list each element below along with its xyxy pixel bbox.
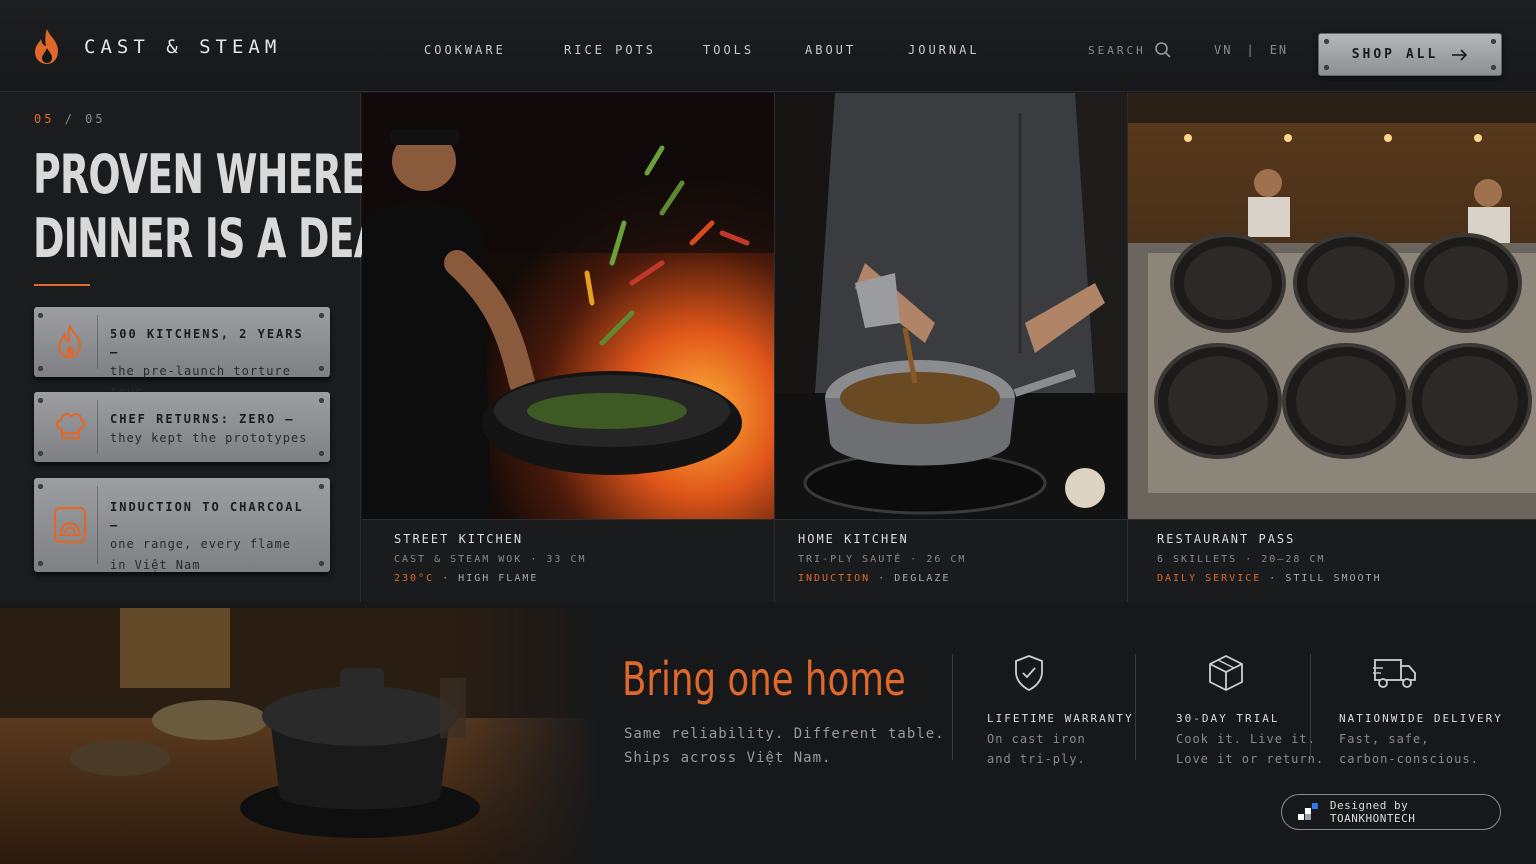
proof-title: CHEF RETURNS: ZERO —	[110, 412, 295, 426]
home-kitchen-photo	[775, 93, 1127, 519]
feature-body-line: On cast iron	[987, 732, 1086, 746]
feature-body-line: and tri-ply.	[987, 752, 1086, 766]
brand-logo[interactable]: CAST & STEAM	[32, 28, 281, 66]
feature-divider	[1135, 654, 1136, 760]
panel-product: 6 SKILLETS · 20–28 CM	[1157, 554, 1326, 565]
panel-caption-restaurant: RESTAURANT PASS 6 SKILLETS · 20–28 CM DA…	[1128, 519, 1536, 602]
box-icon	[1176, 654, 1324, 694]
slide-separator: /	[64, 112, 75, 126]
proof-body: one range, every flame	[110, 537, 291, 551]
panel-meta: 230°C · HIGH FLAME	[394, 573, 774, 584]
panel-title: RESTAURANT PASS	[1157, 532, 1296, 546]
panel-highlight: DAILY SERVICE	[1157, 573, 1262, 584]
designer-credit-badge[interactable]: Designed by TOANKHONTECH	[1281, 794, 1501, 830]
language-switcher: VN | EN	[1214, 43, 1288, 57]
feature-body: Fast, safe, carbon-conscious.	[1339, 729, 1503, 769]
panel-caption-home: HOME KITCHEN TRI-PLY SAUTÉ · 26 CM INDUC…	[775, 519, 1127, 602]
hero-headline: PROVEN WHERE DINNER IS A DEADLINE.	[33, 143, 520, 271]
proof-card-induction[interactable]: INDUCTION TO CHARCOAL — one range, every…	[34, 478, 330, 572]
proof-title: INDUCTION TO CHARCOAL —	[110, 500, 304, 532]
lang-vn[interactable]: VN	[1214, 43, 1232, 57]
street-kitchen-photo	[362, 93, 774, 519]
arrow-right-icon	[1452, 48, 1468, 61]
accent-divider	[34, 284, 90, 286]
hero-panel: 05 / 05 PROVEN WHERE DINNER IS A DEADLIN…	[0, 93, 520, 602]
feature-trial: 30-DAY TRIAL Cook it. Live it. Love it o…	[1176, 654, 1324, 769]
restaurant-pass-photo	[1128, 93, 1536, 519]
panel-product: TRI-PLY SAUTÉ · 26 CM	[798, 554, 967, 565]
hero-line-2: DINNER IS A DEADLINE.	[33, 207, 520, 270]
pixel-logo-icon	[1297, 803, 1318, 820]
proof-body: they kept the prototypes	[110, 431, 308, 445]
nav-cookware[interactable]: COOKWARE	[424, 43, 506, 57]
feature-title: NATIONWIDE DELIVERY	[1339, 712, 1503, 725]
shop-all-label: SHOP ALL	[1351, 47, 1439, 62]
flame-logo-icon	[35, 29, 58, 64]
lang-separator: |	[1246, 43, 1256, 57]
proof-card-chef-returns[interactable]: CHEF RETURNS: ZERO — they kept the proto…	[34, 392, 330, 462]
slide-counter: 05 / 05	[34, 112, 106, 126]
hero-line-1: PROVEN WHERE	[33, 143, 367, 206]
designer-credit-label: Designed by TOANKHONTECH	[1329, 799, 1416, 825]
shop-all-button[interactable]: SHOP ALL	[1318, 33, 1502, 76]
proof-title: 500 KITCHENS, 2 YEARS —	[110, 327, 304, 359]
feature-divider	[952, 654, 953, 760]
search-button[interactable]: SEARCH	[1088, 41, 1172, 59]
feature-title: 30-DAY TRIAL	[1176, 712, 1280, 725]
nav-rice-pots[interactable]: RICE POTS	[564, 43, 656, 57]
stove-icon	[42, 486, 98, 564]
cta-subtitle-line-2: Ships across Việt Nam.	[624, 750, 832, 766]
nav-journal[interactable]: JOURNAL	[908, 43, 980, 57]
panel-highlight: 230°C	[394, 573, 435, 584]
panel-meta-text: · STILL SMOOTH	[1261, 573, 1382, 584]
flame-icon	[42, 315, 98, 369]
panel-meta: DAILY SERVICE · STILL SMOOTH	[1157, 573, 1536, 584]
feature-body: On cast iron and tri-ply.	[987, 729, 1134, 769]
nav-about[interactable]: ABOUT	[805, 43, 856, 57]
feature-body: Cook it. Live it. Love it or return.	[1176, 729, 1324, 769]
feature-divider	[1310, 654, 1311, 760]
feature-body-line: Fast, safe,	[1339, 732, 1430, 746]
panel-highlight: INDUCTION	[798, 573, 871, 584]
feature-title: LIFETIME WARRANTY	[987, 712, 1134, 725]
proof-body-2: in Việt Nam	[110, 558, 201, 572]
panel-product: CAST & STEAM WOK · 33 CM	[394, 554, 587, 565]
panel-meta: INDUCTION · DEGLAZE	[798, 573, 1127, 584]
feature-body-line: carbon-conscious.	[1339, 752, 1479, 766]
panel-title: HOME KITCHEN	[798, 532, 909, 546]
cta-band: Bring one home Same reliability. Differe…	[0, 608, 1536, 864]
truck-icon	[1339, 654, 1503, 694]
search-icon	[1154, 42, 1171, 58]
brand-name: CAST & STEAM	[84, 36, 282, 58]
feature-body-line: Love it or return.	[1176, 752, 1325, 766]
cta-subtitle: Same reliability. Different table. Ships…	[624, 722, 945, 770]
search-label: SEARCH	[1088, 43, 1146, 57]
proof-card-kitchens[interactable]: 500 KITCHENS, 2 YEARS — the pre-launch t…	[34, 307, 330, 399]
panel-caption-street: STREET KITCHEN CAST & STEAM WOK · 33 CM …	[362, 519, 774, 602]
cta-title: Bring one home	[622, 652, 906, 706]
panel-meta-text: · DEGLAZE	[870, 573, 951, 584]
slide-current: 05	[34, 112, 55, 126]
shield-check-icon	[987, 654, 1134, 694]
panel-meta-text: · HIGH FLAME	[434, 573, 539, 584]
slide-total: 05	[85, 112, 106, 126]
chef-hat-icon	[42, 400, 98, 454]
feature-delivery: NATIONWIDE DELIVERY Fast, safe, carbon-c…	[1339, 654, 1503, 769]
site-header: CAST & STEAM COOKWARE RICE POTS TOOLS AB…	[0, 0, 1536, 92]
nav-tools[interactable]: TOOLS	[703, 43, 754, 57]
dutch-oven-photo	[0, 608, 600, 864]
cta-subtitle-line-1: Same reliability. Different table.	[624, 726, 945, 742]
feature-body-line: Cook it. Live it.	[1176, 732, 1316, 746]
panel-title: STREET KITCHEN	[394, 532, 524, 546]
feature-warranty: LIFETIME WARRANTY On cast iron and tri-p…	[987, 654, 1134, 769]
lang-en[interactable]: EN	[1270, 43, 1288, 57]
